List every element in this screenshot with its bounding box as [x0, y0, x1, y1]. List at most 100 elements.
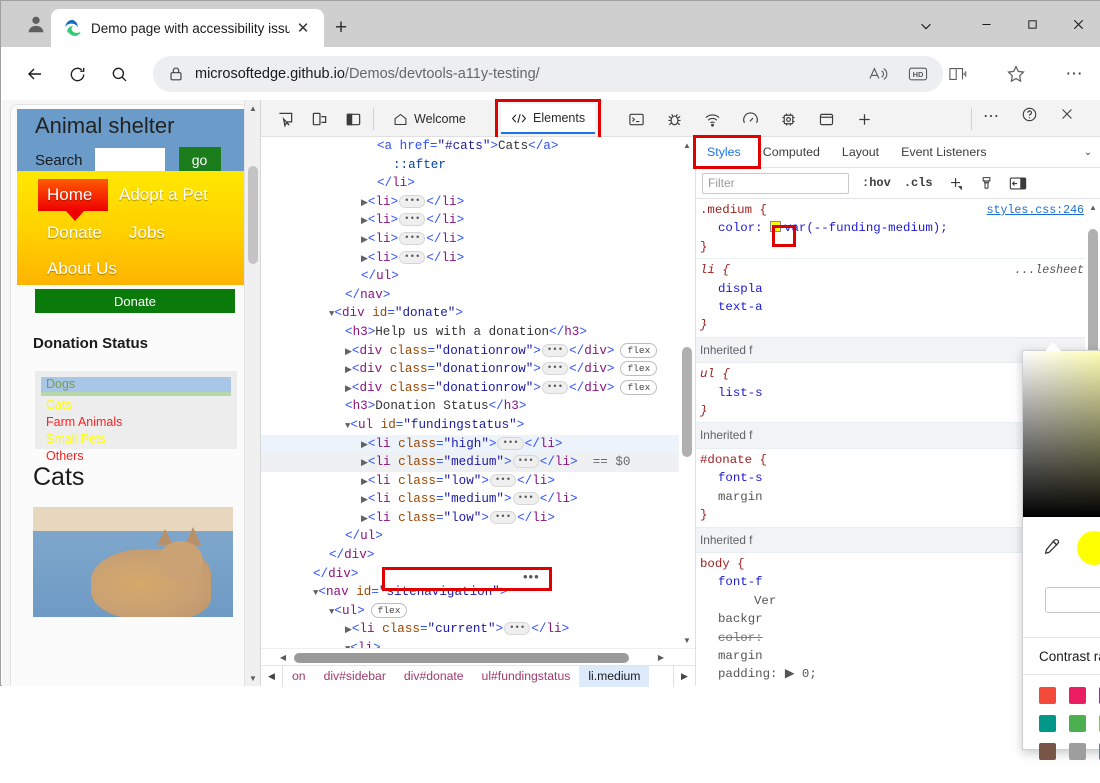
tab-styles[interactable]: Styles: [696, 137, 752, 167]
color-picker-popup[interactable]: #ffff00 HEX Contrast ratio 1.08: [1022, 342, 1100, 760]
site-nav-item-jobs[interactable]: Jobs: [129, 223, 165, 243]
site-nav-item-home[interactable]: Home: [47, 185, 92, 205]
dom-node-line[interactable]: ::after: [261, 156, 679, 175]
styles-scrollbar-thumb[interactable]: [1088, 229, 1098, 359]
dom-node-line[interactable]: </ul>: [261, 527, 679, 546]
dom-node-line[interactable]: <h3>Help us with a donation</h3>: [261, 323, 679, 342]
devtools-tab-elements[interactable]: Elements: [501, 104, 596, 134]
dom-node-line[interactable]: </nav>: [261, 286, 679, 305]
site-search-go-button[interactable]: go: [178, 147, 221, 173]
performance-icon[interactable]: [735, 106, 765, 132]
dom-node-line[interactable]: ▶<li> ••• </li>: [261, 193, 679, 212]
dom-node-line[interactable]: </div>: [261, 546, 679, 565]
color-hex-input[interactable]: #ffff00: [1045, 587, 1100, 613]
toggle-sidebar-icon[interactable]: [1009, 176, 1027, 191]
window-close-button[interactable]: [1055, 1, 1100, 47]
copy-styles-icon[interactable]: [979, 175, 994, 191]
hov-button[interactable]: :hov: [862, 176, 891, 190]
tab-layout[interactable]: Layout: [831, 137, 890, 167]
new-tab-button[interactable]: +: [326, 13, 356, 43]
devtools-more-icon[interactable]: ⋯: [983, 106, 999, 126]
node-actions-icon[interactable]: •••: [523, 569, 540, 584]
dom-tree[interactable]: <a href="#cats">Cats</a>::after </li> ▶<li…: [261, 137, 679, 648]
style-prop-text-align[interactable]: text-a: [700, 298, 1100, 316]
dom-node-line[interactable]: </li>: [261, 174, 679, 193]
style-declaration-color[interactable]: color: var(--funding-medium);: [700, 219, 1100, 237]
dom-node-line[interactable]: <h3>Donation Status</h3>: [261, 397, 679, 416]
styles-tabs-overflow-chevron-icon[interactable]: ⌄: [1074, 147, 1100, 158]
dom-node-line[interactable]: ▶<li class="medium"> ••• </li>: [261, 490, 679, 509]
dom-node-line[interactable]: ▶<div class="donationrow"> ••• </div> flex: [261, 360, 679, 379]
back-arrow-icon[interactable]: [17, 56, 53, 92]
page-vertical-scrollbar[interactable]: ▲ ▼: [244, 100, 260, 686]
site-search-input[interactable]: [94, 148, 165, 172]
styles-filter-input[interactable]: Filter: [702, 172, 849, 194]
immersive-reader-icon[interactable]: [943, 60, 973, 88]
breadcrumb-scroll-left-icon[interactable]: ◀: [261, 665, 283, 687]
dom-node-line[interactable]: ▶<li> ••• </li>: [261, 211, 679, 230]
dom-scrollbar-right-arrow-icon[interactable]: ▶: [653, 649, 669, 666]
read-aloud-icon[interactable]: [863, 60, 893, 88]
address-bar[interactable]: microsoftedge.github.io/Demos/devtools-a…: [153, 56, 943, 92]
scrollbar-thumb[interactable]: [248, 166, 258, 264]
breadcrumb-item-3[interactable]: ul#fundingstatus: [473, 666, 580, 687]
tab-event-listeners[interactable]: Event Listeners: [890, 137, 997, 167]
dock-side-icon[interactable]: [339, 106, 367, 132]
dom-tree-pane[interactable]: <a href="#cats">Cats</a>::after </li> ▶<li…: [261, 137, 695, 648]
style-source-link-0[interactable]: styles.css:246: [987, 202, 1084, 220]
browser-tab[interactable]: Demo page with accessibility issu ✕: [51, 9, 324, 47]
dom-node-line[interactable]: ▼<li>: [261, 639, 679, 648]
reload-icon[interactable]: [59, 56, 95, 92]
dom-node-line[interactable]: </ul>: [261, 267, 679, 286]
search-icon[interactable]: [101, 56, 137, 92]
dom-horizontal-scrollbar[interactable]: ◀ ▶: [261, 648, 695, 665]
breadcrumb-item-0[interactable]: on: [283, 666, 315, 687]
window-minimize-button[interactable]: [963, 1, 1009, 47]
debugger-icon[interactable]: [659, 106, 689, 132]
tab-computed[interactable]: Computed: [752, 137, 831, 167]
devtools-tab-welcome[interactable]: Welcome: [383, 104, 476, 134]
dom-node-line[interactable]: ▶<div class="donationrow"> ••• </div> flex: [261, 379, 679, 398]
scrollbar-down-arrow-icon[interactable]: ▼: [245, 670, 261, 686]
dom-node-line[interactable]: ▶<div class="donationrow"> ••• </div> flex: [261, 342, 679, 361]
palette-swatch[interactable]: [1039, 687, 1056, 704]
dom-node-line[interactable]: <a href="#cats">Cats</a>: [261, 137, 679, 156]
add-panel-button[interactable]: [849, 106, 879, 132]
star-icon[interactable]: [1001, 60, 1031, 88]
application-icon[interactable]: [811, 106, 841, 132]
dom-node-line[interactable]: ▶<li> ••• </li>: [261, 249, 679, 268]
dom-hscrollbar-thumb[interactable]: [294, 653, 629, 663]
styles-scrollbar-up-arrow-icon[interactable]: ▲: [1085, 199, 1100, 215]
dom-scrollbar-thumb[interactable]: [682, 347, 692, 457]
memory-icon[interactable]: [773, 106, 803, 132]
device-emulation-icon[interactable]: [305, 106, 333, 132]
eyedropper-icon[interactable]: [1041, 537, 1063, 559]
network-icon[interactable]: [697, 106, 727, 132]
site-nav-item-donate[interactable]: Donate: [47, 223, 102, 243]
breadcrumb-item-2[interactable]: div#donate: [395, 666, 473, 687]
palette-swatch[interactable]: [1039, 715, 1056, 732]
palette-swatch[interactable]: [1069, 687, 1086, 704]
style-rule-medium[interactable]: styles.css:246 .medium { color: var(--fu…: [696, 199, 1100, 260]
hd-badge-icon[interactable]: HD: [903, 60, 933, 88]
style-value-color[interactable]: var(--funding-medium);: [784, 221, 948, 235]
dom-node-line[interactable]: ▶<li class="current"> ••• </li>: [261, 620, 679, 639]
tab-close-icon[interactable]: ✕: [290, 15, 316, 41]
browser-more-icon[interactable]: ⋯: [1059, 60, 1089, 88]
palette-swatch[interactable]: [1069, 715, 1086, 732]
dom-node-line[interactable]: ▼<ul id="fundingstatus">: [261, 416, 679, 435]
dom-node-line[interactable]: ▼<ul> flex: [261, 602, 679, 621]
palette-swatch[interactable]: [1069, 743, 1086, 760]
dom-node-line[interactable]: ▼<nav id="sitenavigation">: [261, 583, 679, 602]
cls-button[interactable]: .cls: [904, 176, 933, 190]
devtools-close-icon[interactable]: [1059, 106, 1075, 122]
dom-scrollbar-down-arrow-icon[interactable]: ▼: [679, 632, 695, 648]
site-donate-button[interactable]: Donate: [35, 289, 235, 313]
dom-node-line[interactable]: </div>: [261, 565, 679, 584]
dom-scrollbar-up-arrow-icon[interactable]: ▲: [679, 137, 695, 153]
contrast-ratio-row[interactable]: Contrast ratio 1.08: [1023, 637, 1100, 675]
color-saturation-value-area[interactable]: [1023, 351, 1100, 517]
dom-node-line[interactable]: ▶<li> ••• </li>: [261, 230, 679, 249]
breadcrumb-item-4[interactable]: li.medium: [579, 665, 650, 687]
color-swatch[interactable]: [770, 221, 782, 233]
